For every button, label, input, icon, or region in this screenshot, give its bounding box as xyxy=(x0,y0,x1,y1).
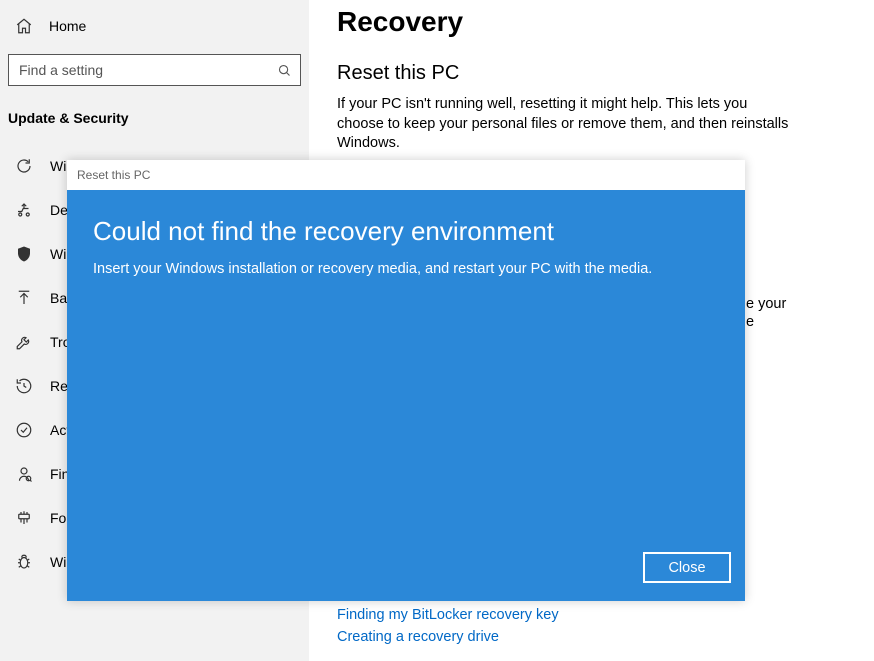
dev-icon xyxy=(14,508,34,528)
delivery-icon xyxy=(14,200,34,220)
dialog-text: Insert your Windows installation or reco… xyxy=(93,261,719,277)
refresh-icon xyxy=(14,156,34,176)
section-title-reset: Reset this PC xyxy=(337,62,874,85)
home-label: Home xyxy=(49,18,86,34)
section-body-reset: If your PC isn't running well, resetting… xyxy=(337,95,792,154)
search-box[interactable] xyxy=(8,54,301,86)
close-button-label: Close xyxy=(668,560,705,576)
search-input[interactable] xyxy=(9,62,268,78)
bug-icon xyxy=(14,552,34,572)
home-icon xyxy=(14,16,34,36)
dialog-reset-pc: Reset this PC Could not find the recover… xyxy=(67,160,745,601)
link-bitlocker[interactable]: Finding my BitLocker recovery key xyxy=(337,607,559,623)
close-button[interactable]: Close xyxy=(643,552,731,583)
shield-icon xyxy=(14,244,34,264)
search-container xyxy=(8,54,301,86)
recovery-icon xyxy=(14,376,34,396)
wrench-icon xyxy=(14,332,34,352)
find-device-icon xyxy=(14,464,34,484)
search-icon xyxy=(268,63,300,78)
dialog-heading: Could not find the recovery environment xyxy=(93,216,719,247)
dialog-body: Could not find the recovery environment … xyxy=(67,190,745,601)
link-recovery-drive[interactable]: Creating a recovery drive xyxy=(337,629,559,645)
sidebar-item-home[interactable]: Home xyxy=(0,8,309,44)
obscured-text: e your e xyxy=(746,296,866,332)
check-circle-icon xyxy=(14,420,34,440)
backup-icon xyxy=(14,288,34,308)
sidebar-group-header: Update & Security xyxy=(0,100,309,144)
page-title: Recovery xyxy=(337,6,874,38)
dialog-titlebar: Reset this PC xyxy=(67,160,745,190)
help-links: Finding my BitLocker recovery key Creati… xyxy=(337,607,559,651)
